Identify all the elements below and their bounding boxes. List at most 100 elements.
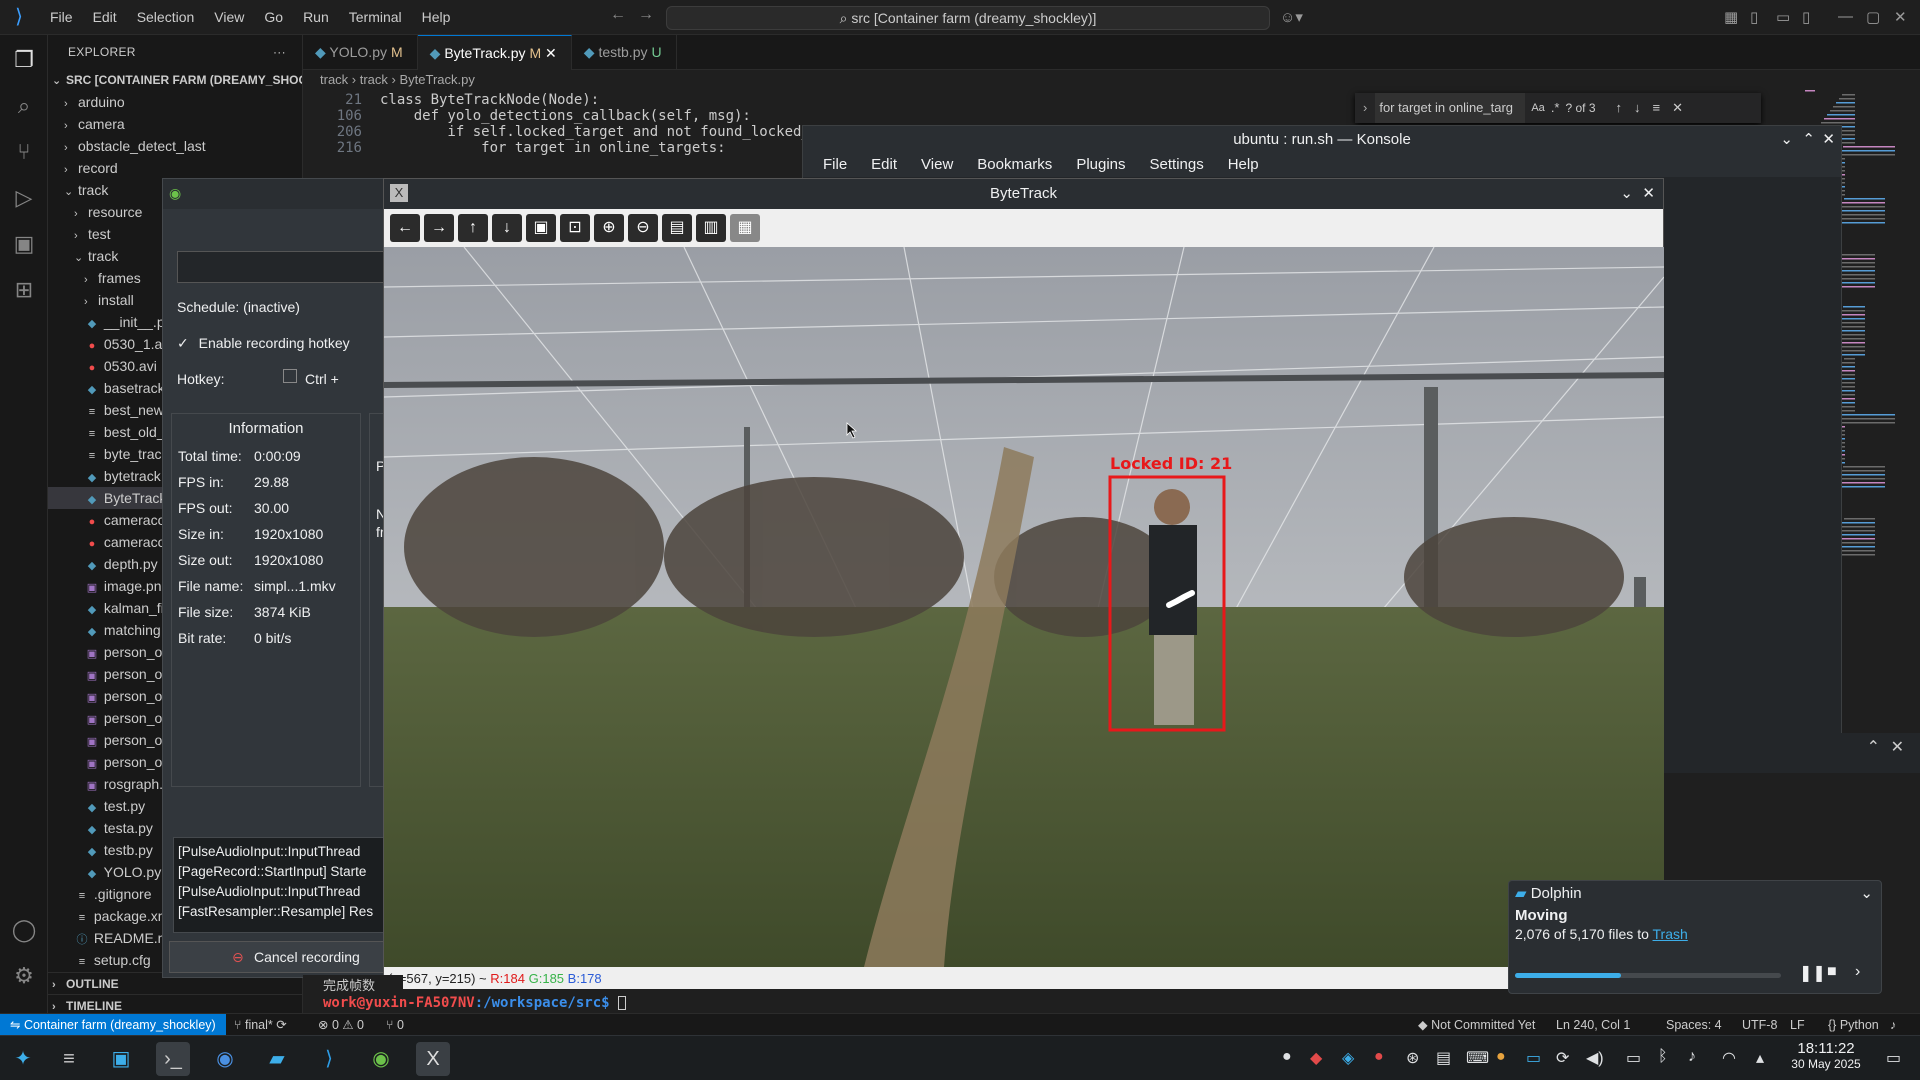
task-manager-icon[interactable]: ≡	[52, 1042, 86, 1076]
toggle-panel-icon[interactable]: ▭	[1776, 8, 1790, 26]
notifications-bell-icon[interactable]: ♪	[1890, 1014, 1896, 1036]
match-case-icon[interactable]: Aa	[1531, 93, 1544, 123]
chevron-right-icon[interactable]: ›	[1363, 93, 1367, 123]
menu-file[interactable]: File	[40, 9, 83, 25]
zoom-original-icon[interactable]: ⊡	[560, 214, 590, 242]
vscode-task-icon[interactable]: ⟩	[312, 1042, 346, 1076]
tray-feishu-icon[interactable]: ◈	[1342, 1048, 1354, 1068]
code-line[interactable]: 106 def yolo_detections_callback(self, m…	[320, 108, 751, 124]
remote-indicator[interactable]: ⇋ Container farm (dreamy_shockley)	[0, 1014, 226, 1036]
bytetrack-close-icon[interactable]: ✕	[1642, 179, 1655, 209]
dolphin-task-icon[interactable]: ▰	[260, 1042, 294, 1076]
chrome-task-icon[interactable]: ◉	[208, 1042, 242, 1076]
language-mode[interactable]: {} Python	[1828, 1014, 1879, 1036]
discover-store-icon[interactable]: ▣	[104, 1042, 138, 1076]
tray-app-icon[interactable]: ●	[1282, 1048, 1292, 1066]
find-input[interactable]: for target in online_targ	[1375, 93, 1526, 123]
tree-item[interactable]: › record	[48, 157, 302, 179]
pan-left-icon[interactable]: ←	[390, 214, 420, 242]
toggle-sidebar-icon[interactable]: ▯	[1750, 8, 1758, 26]
pan-right-icon[interactable]: →	[424, 214, 454, 242]
layout-icon[interactable]: ▦	[1724, 8, 1738, 26]
collapse-chevron-icon[interactable]: ⌄	[1860, 881, 1873, 907]
tray-display-icon[interactable]: ▭	[1526, 1048, 1541, 1068]
camera-frame-image[interactable]: Locked ID: 21	[384, 247, 1664, 967]
run-debug-icon[interactable]: ▷	[9, 183, 39, 213]
konsole-menu-file[interactable]: File	[811, 153, 859, 177]
app-launcher-icon[interactable]: ✦	[6, 1042, 40, 1076]
source-control-icon[interactable]: ⑂	[9, 137, 39, 167]
back-arrow-icon[interactable]: ←	[610, 6, 626, 24]
encoding[interactable]: UTF-8	[1742, 1014, 1777, 1036]
show-desktop-icon[interactable]: ▭	[1886, 1048, 1901, 1068]
blame-indicator[interactable]: ◆ Not Committed Yet	[1418, 1014, 1535, 1036]
tray-battery-icon[interactable]: ▭	[1626, 1048, 1641, 1068]
ctrl-checkbox[interactable]	[283, 369, 297, 383]
settings-gear-icon[interactable]: ⚙	[9, 961, 39, 991]
konsole-menu-plugins[interactable]: Plugins	[1064, 153, 1137, 177]
arrow-down-icon[interactable]: ↓	[1634, 93, 1641, 123]
breadcrumb-item[interactable]: ByteTrack.py	[399, 72, 474, 87]
code-line[interactable]: 216 for target in online_targets:	[320, 140, 726, 156]
copy-clipboard-icon[interactable]: ▥	[696, 214, 726, 242]
explorer-root[interactable]: ⌄ SRC [CONTAINER FARM (DREAMY_SHOCK...	[48, 69, 302, 91]
panel-close-icon[interactable]: ✕	[1891, 737, 1904, 757]
zoom-out-icon[interactable]: ⊖	[628, 214, 658, 242]
indentation[interactable]: Spaces: 4	[1666, 1014, 1722, 1036]
tree-item[interactable]: › arduino	[48, 91, 302, 113]
konsole-menu-bookmarks[interactable]: Bookmarks	[965, 153, 1064, 177]
tray-anydesk-icon[interactable]: ◆	[1310, 1048, 1322, 1068]
tray-expand-icon[interactable]: ▴	[1756, 1048, 1764, 1068]
arrow-up-icon[interactable]: ↑	[1616, 93, 1623, 123]
menu-run[interactable]: Run	[293, 9, 339, 25]
tray-update-icon[interactable]: ⟳	[1556, 1048, 1569, 1068]
konsole-close-icon[interactable]: ✕	[1822, 126, 1835, 153]
find-in-selection-icon[interactable]: ≡	[1653, 93, 1661, 123]
tray-bluetooth-icon[interactable]: ᛒ	[1658, 1048, 1668, 1066]
tree-item[interactable]: › obstacle_detect_last	[48, 135, 302, 157]
terminal-prompt[interactable]: work@yuxin-FA507NV:/workspace/src$	[303, 993, 1503, 1013]
konsole-task-icon[interactable]: ›_	[156, 1042, 190, 1076]
konsole-menu-view[interactable]: View	[909, 153, 965, 177]
clock[interactable]: 18:11:22 30 May 2025	[1786, 1040, 1866, 1071]
trash-link[interactable]: Trash	[1653, 926, 1688, 942]
save-image-icon[interactable]: ▤	[662, 214, 692, 242]
account-icon[interactable]: ◯	[9, 915, 39, 945]
tray-vpn-icon[interactable]: ⊛	[1406, 1048, 1419, 1068]
branch-indicator[interactable]: ⑂ final* ⟳	[234, 1014, 287, 1036]
regex-icon[interactable]: .*	[1551, 93, 1560, 123]
konsole-maximize-icon[interactable]: ⌃	[1802, 126, 1815, 153]
menu-terminal[interactable]: Terminal	[339, 9, 412, 25]
konsole-menu-settings[interactable]: Settings	[1138, 153, 1216, 177]
maximize-icon[interactable]: ▢	[1866, 8, 1880, 26]
panel-maximize-icon[interactable]: ⌃	[1867, 737, 1880, 757]
tab-yolo-py[interactable]: ◆ YOLO.py M	[303, 35, 418, 70]
tray-wifi-icon[interactable]: ◠	[1722, 1048, 1736, 1068]
eol[interactable]: LF	[1790, 1014, 1805, 1036]
more-actions-icon[interactable]: ···	[273, 35, 286, 69]
tab-testb-py[interactable]: ◆ testb.py U	[572, 35, 677, 70]
enable-hotkey-row[interactable]: ✓ Enable recording hotkey	[177, 335, 350, 352]
toggle-secondary-sidebar-icon[interactable]: ▯	[1802, 8, 1810, 26]
close-find-icon[interactable]: ✕	[1672, 93, 1683, 123]
menu-edit[interactable]: Edit	[83, 9, 127, 25]
search-icon[interactable]: ⌕	[9, 91, 39, 121]
x-window-task-icon[interactable]: X	[416, 1042, 450, 1076]
konsole-menu-help[interactable]: Help	[1216, 153, 1271, 177]
pan-up-icon[interactable]: ↑	[458, 214, 488, 242]
problems-indicator[interactable]: ⊗ 0 ⚠ 0	[318, 1014, 364, 1036]
tray-clipboard-icon[interactable]: ▤	[1436, 1048, 1451, 1068]
extensions-icon[interactable]: ⊞	[9, 275, 39, 305]
tray-volume-icon[interactable]: ◀)	[1586, 1048, 1604, 1068]
zoom-in-icon[interactable]: ⊕	[594, 214, 624, 242]
tray-microphone-icon[interactable]: ♪	[1688, 1048, 1696, 1066]
konsole-minimize-icon[interactable]: ⌄	[1780, 126, 1793, 153]
cancel-recording-button[interactable]: ⊖ Cancel recording	[169, 941, 409, 973]
tray-keyboard-icon[interactable]: ⌨	[1466, 1048, 1489, 1068]
tab-bytetrack-py[interactable]: ◆ ByteTrack.py M ✕	[417, 35, 572, 70]
tree-item[interactable]: › camera	[48, 113, 302, 135]
menu-view[interactable]: View	[204, 9, 254, 25]
recorder-task-icon[interactable]: ◉	[364, 1042, 398, 1076]
pan-down-icon[interactable]: ↓	[492, 214, 522, 242]
code-line[interactable]: 206 if self.locked_target and not found_…	[320, 124, 810, 140]
